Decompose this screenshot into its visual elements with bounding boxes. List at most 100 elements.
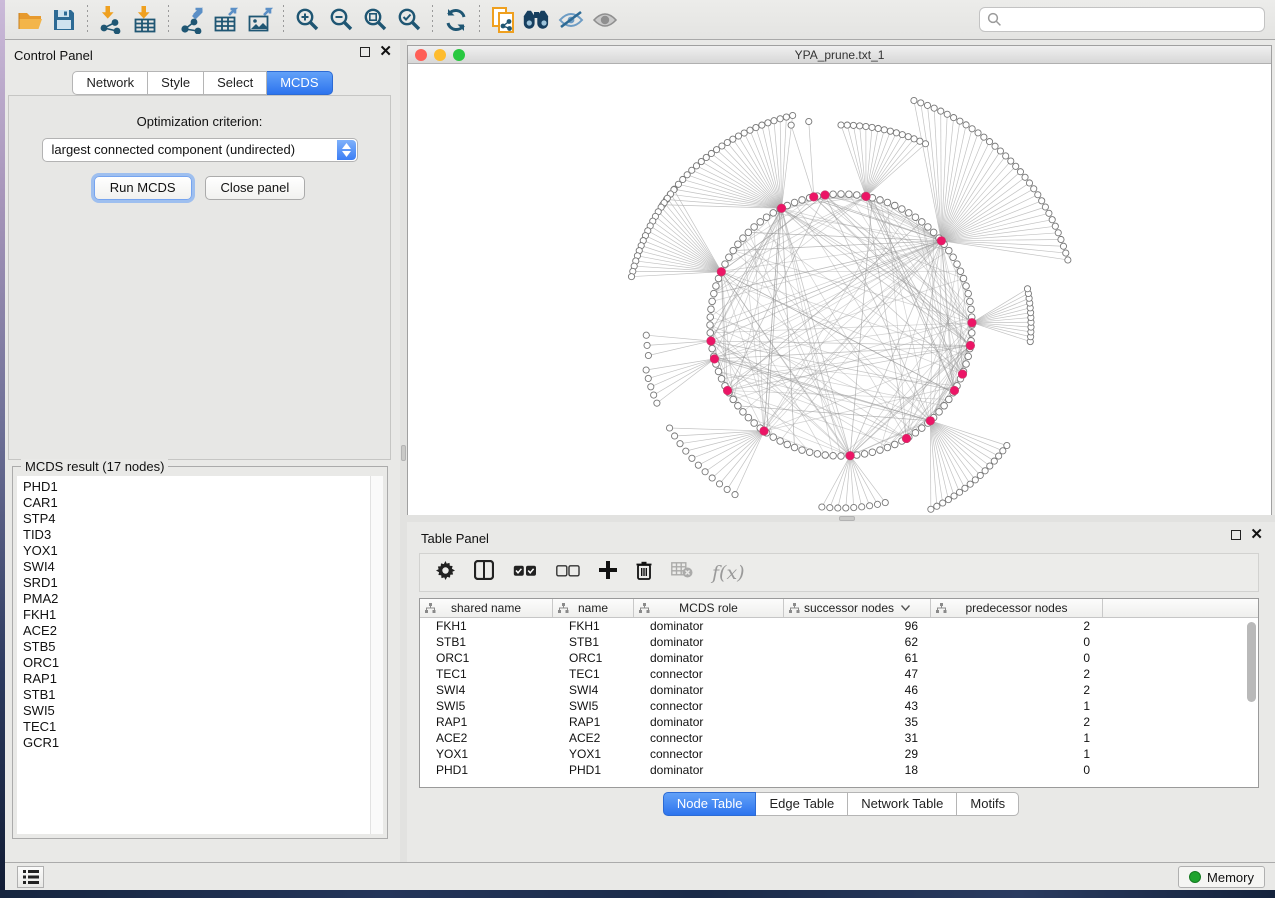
tab-network[interactable]: Network — [72, 71, 148, 95]
mcds-result-item[interactable]: YOX1 — [23, 543, 370, 559]
table-row[interactable]: STB1STB1dominator620 — [420, 634, 1258, 650]
mcds-result-item[interactable]: RAP1 — [23, 671, 370, 687]
splitter-grip[interactable] — [839, 516, 855, 521]
table-cell: connector — [634, 730, 784, 746]
import-table-icon[interactable] — [128, 4, 162, 36]
column-header-successor-nodes[interactable]: successor nodes — [784, 599, 931, 617]
float-panel-icon[interactable] — [1231, 530, 1241, 540]
zoom-selected-icon[interactable] — [392, 4, 426, 36]
show-panels-button[interactable] — [17, 866, 44, 888]
control-panel-title: Control Panel — [14, 48, 93, 63]
table-cell: 2 — [931, 682, 1103, 698]
result-list-scrollbar[interactable] — [370, 476, 383, 834]
search-input[interactable] — [979, 7, 1265, 32]
table-cell: FKH1 — [420, 618, 553, 634]
mcds-result-item[interactable]: TID3 — [23, 527, 370, 543]
mcds-result-item[interactable]: SWI4 — [23, 559, 370, 575]
mcds-result-item[interactable]: CAR1 — [23, 495, 370, 511]
memory-button[interactable]: Memory — [1178, 866, 1265, 888]
tab-node-table[interactable]: Node Table — [663, 792, 757, 816]
network-from-clipboard-icon[interactable] — [486, 4, 520, 36]
column-header-predecessor-nodes[interactable]: predecessor nodes — [931, 599, 1103, 617]
select-all-icon[interactable] — [513, 564, 537, 582]
export-network-icon[interactable] — [175, 4, 209, 36]
table-row[interactable]: FKH1FKH1dominator962 — [420, 618, 1258, 634]
mcds-result-item[interactable]: GCR1 — [23, 735, 370, 751]
table-row[interactable]: ORC1ORC1dominator610 — [420, 650, 1258, 666]
network-canvas[interactable] — [408, 64, 1271, 559]
table-cell: RAP1 — [420, 714, 553, 730]
mcds-result-item[interactable]: TEC1 — [23, 719, 370, 735]
table-cell: ORC1 — [420, 650, 553, 666]
scrollbar-thumb[interactable] — [1247, 622, 1256, 702]
export-table-icon[interactable] — [209, 4, 243, 36]
export-image-icon[interactable] — [243, 4, 277, 36]
function-builder-icon[interactable]: f(x) — [712, 562, 745, 584]
save-icon[interactable] — [47, 4, 81, 36]
table-row[interactable]: RAP1RAP1dominator352 — [420, 714, 1258, 730]
table-cell: 0 — [931, 650, 1103, 666]
splitter-grip[interactable] — [401, 445, 406, 461]
delete-icon[interactable] — [636, 561, 652, 585]
table-row[interactable]: SWI4SWI4dominator462 — [420, 682, 1258, 698]
mcds-result-item[interactable]: STB1 — [23, 687, 370, 703]
search-field[interactable] — [1007, 12, 1264, 27]
search-network-icon[interactable] — [520, 4, 554, 36]
mcds-result-item[interactable]: STB5 — [23, 639, 370, 655]
table-panel-title: Table Panel — [421, 531, 489, 546]
add-icon[interactable] — [599, 561, 617, 584]
mcds-result-item[interactable]: ACE2 — [23, 623, 370, 639]
deselect-all-icon[interactable] — [556, 564, 580, 582]
import-network-icon[interactable] — [94, 4, 128, 36]
table-cell: ORC1 — [553, 650, 634, 666]
zoom-out-icon[interactable] — [324, 4, 358, 36]
mcds-result-item[interactable]: ORC1 — [23, 655, 370, 671]
table-row[interactable]: SWI5SWI5connector431 — [420, 698, 1258, 714]
close-panel-button[interactable]: Close panel — [205, 176, 306, 200]
tab-edge-table[interactable]: Edge Table — [756, 792, 848, 816]
table-row[interactable]: PHD1PHD1dominator180 — [420, 762, 1258, 778]
mcds-result-list[interactable]: PHD1CAR1STP4TID3YOX1SWI4SRD1PMA2FKH1ACE2… — [17, 476, 370, 834]
delete-table-icon[interactable] — [671, 562, 693, 583]
close-panel-icon[interactable]: ✕ — [1250, 530, 1263, 540]
tab-mcds[interactable]: MCDS — [267, 71, 332, 95]
zoom-fit-icon[interactable] — [358, 4, 392, 36]
refresh-icon[interactable] — [439, 4, 473, 36]
column-header-name[interactable]: name — [553, 599, 634, 617]
table-body: FKH1FKH1dominator962STB1STB1dominator620… — [420, 618, 1258, 778]
run-mcds-button[interactable]: Run MCDS — [94, 176, 192, 200]
open-folder-icon[interactable] — [13, 4, 47, 36]
table-cell: FKH1 — [553, 618, 634, 634]
optimization-criterion-label: Optimization criterion: — [9, 114, 390, 129]
split-columns-icon[interactable] — [474, 560, 494, 585]
table-row[interactable]: YOX1YOX1connector291 — [420, 746, 1258, 762]
column-header-shared-name[interactable]: shared name — [420, 599, 553, 617]
criterion-dropdown[interactable]: largest connected component (undirected) — [42, 138, 358, 162]
memory-status-icon — [1189, 871, 1201, 883]
close-panel-icon[interactable]: ✕ — [379, 47, 392, 57]
mcds-result-item[interactable]: SWI5 — [23, 703, 370, 719]
mcds-result-item[interactable]: PHD1 — [23, 479, 370, 495]
network-graph[interactable] — [408, 64, 1271, 559]
mcds-result-item[interactable]: STP4 — [23, 511, 370, 527]
hide-selected-icon[interactable] — [554, 4, 588, 36]
table-row[interactable]: ACE2ACE2connector311 — [420, 730, 1258, 746]
table-row[interactable]: TEC1TEC1connector472 — [420, 666, 1258, 682]
tab-style[interactable]: Style — [148, 71, 204, 95]
horizontal-splitter[interactable] — [407, 515, 1275, 522]
tab-select[interactable]: Select — [204, 71, 267, 95]
mcds-result-item[interactable]: FKH1 — [23, 607, 370, 623]
zoom-in-icon[interactable] — [290, 4, 324, 36]
float-panel-icon[interactable] — [360, 47, 370, 57]
table-scrollbar[interactable] — [1245, 620, 1257, 785]
gear-icon[interactable] — [436, 561, 455, 585]
tab-network-table[interactable]: Network Table — [848, 792, 957, 816]
vertical-splitter[interactable] — [400, 40, 407, 862]
show-all-icon[interactable] — [588, 4, 622, 36]
table-cell: connector — [634, 698, 784, 714]
table-cell: 18 — [784, 762, 931, 778]
column-header-MCDS-role[interactable]: MCDS role — [634, 599, 784, 617]
tab-motifs[interactable]: Motifs — [957, 792, 1019, 816]
mcds-result-item[interactable]: SRD1 — [23, 575, 370, 591]
mcds-result-item[interactable]: PMA2 — [23, 591, 370, 607]
